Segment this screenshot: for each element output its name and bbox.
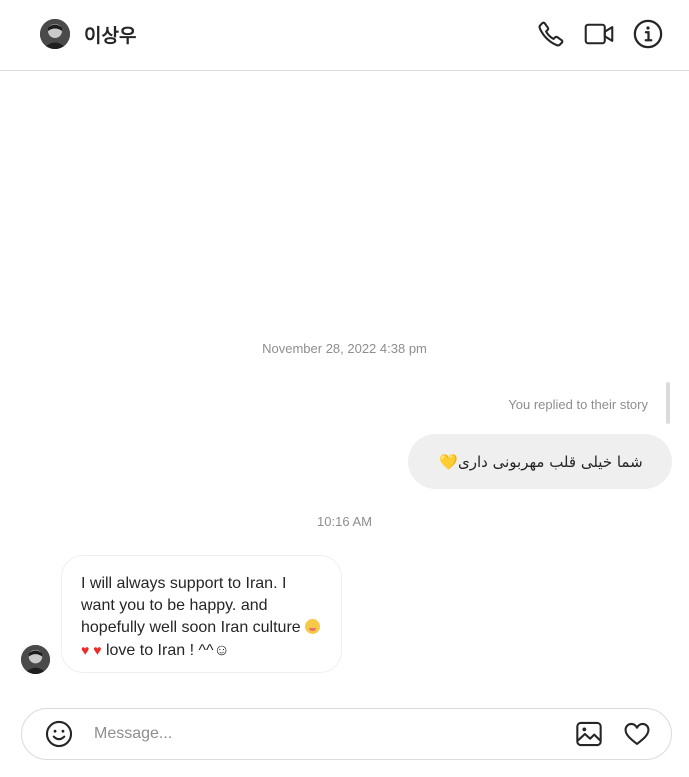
heart-icon[interactable]	[622, 719, 652, 749]
face-emoji-icon	[305, 619, 321, 634]
emoji-icon[interactable]	[44, 719, 74, 749]
info-icon[interactable]	[633, 18, 663, 50]
message-avatar[interactable]	[21, 645, 50, 674]
incoming-message-text: I will always support to Iran. I want yo…	[81, 575, 301, 636]
user-avatar-icon	[40, 19, 70, 49]
message-composer	[21, 708, 672, 760]
phone-icon[interactable]	[536, 18, 566, 50]
incoming-message-tail: love to Iran ! ^^☺	[105, 642, 230, 659]
user-avatar-icon	[21, 645, 50, 674]
outgoing-message-text: شما خیلی قلب مهربونی داری	[458, 452, 643, 471]
yellow-heart-icon: 💛	[439, 452, 458, 471]
incoming-message[interactable]: I will always support to Iran. I want yo…	[61, 555, 342, 673]
outgoing-message[interactable]: شما خیلی قلب مهربونی داری 💛	[408, 434, 672, 489]
red-hearts: ♥ ♥	[81, 642, 102, 658]
header-avatar[interactable]	[40, 19, 70, 49]
timestamp: 10:16 AM	[317, 514, 372, 529]
chat-header: 이상우	[0, 0, 689, 71]
story-reply-note: You replied to their story	[508, 397, 648, 412]
timestamp: November 28, 2022 4:38 pm	[262, 341, 427, 356]
message-input[interactable]	[94, 723, 554, 745]
chat-username[interactable]: 이상우	[84, 21, 136, 48]
video-camera-icon[interactable]	[584, 18, 614, 50]
image-icon[interactable]	[574, 719, 604, 749]
story-reply-bar	[666, 382, 670, 424]
